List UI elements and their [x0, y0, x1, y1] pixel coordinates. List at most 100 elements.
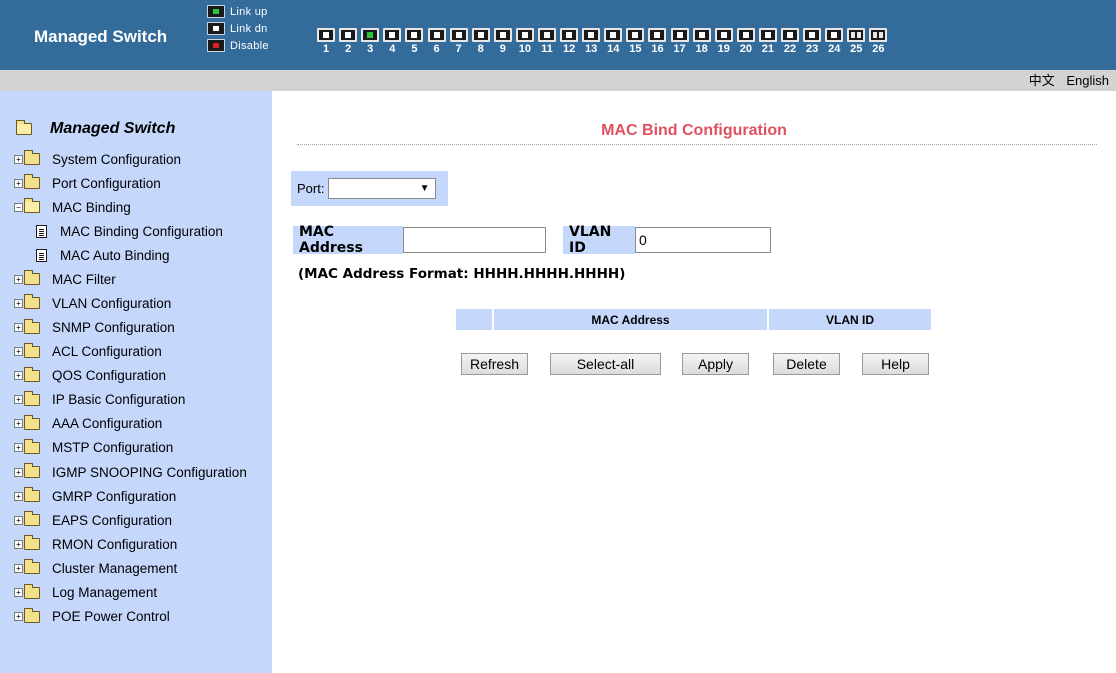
- mac-format-hint: (MAC Address Format: HHHH.HHHH.HHHH): [298, 266, 626, 282]
- sidebar-item-port-configuration[interactable]: + Port Configuration: [14, 171, 247, 195]
- expand-icon[interactable]: +: [14, 395, 23, 405]
- language-bar: 中文 English: [0, 70, 1116, 91]
- port-18[interactable]: 18: [691, 28, 713, 64]
- expand-icon[interactable]: +: [14, 563, 23, 573]
- port-4[interactable]: 4: [381, 28, 403, 64]
- port-17[interactable]: 17: [669, 28, 691, 64]
- port-9[interactable]: 9: [492, 28, 514, 64]
- sidebar-item-qos-configuration[interactable]: + QOS Configuration: [14, 364, 247, 388]
- vlan-id-label: VLAN ID: [563, 224, 635, 256]
- sidebar-subitem-mac-auto-binding[interactable]: MAC Auto Binding: [14, 243, 247, 267]
- title-divider: [297, 144, 1097, 145]
- sidebar-item-mstp-configuration[interactable]: + MSTP Configuration: [14, 436, 247, 460]
- page-title: MAC Bind Configuration: [601, 122, 787, 139]
- lang-chinese-link[interactable]: 中文: [1029, 73, 1055, 88]
- port-7[interactable]: 7: [448, 28, 470, 64]
- port-16[interactable]: 16: [646, 28, 668, 64]
- expand-icon[interactable]: +: [14, 154, 23, 164]
- port-number: 20: [739, 43, 752, 55]
- expand-icon[interactable]: +: [14, 347, 23, 357]
- sidebar-item-gmrp-configuration[interactable]: + GMRP Configuration: [14, 484, 247, 508]
- sidebar-item-ip-basic-configuration[interactable]: + IP Basic Configuration: [14, 388, 247, 412]
- folder-icon: [24, 294, 40, 310]
- port-select[interactable]: ▼: [328, 178, 437, 199]
- sidebar-item-label: MSTP Configuration: [52, 440, 174, 456]
- port-11[interactable]: 11: [536, 28, 558, 64]
- ethernet-port-icon: [626, 28, 645, 42]
- port-8[interactable]: 8: [470, 28, 492, 64]
- refresh-button[interactable]: Refresh: [461, 353, 528, 375]
- port-number: 9: [499, 43, 506, 55]
- sidebar-subitem-label: MAC Auto Binding: [60, 247, 170, 263]
- port-2[interactable]: 2: [337, 28, 359, 64]
- expand-icon[interactable]: +: [14, 491, 23, 501]
- sidebar-subitem-mac-binding-configuration[interactable]: MAC Binding Configuration: [14, 219, 247, 243]
- vlan-id-input[interactable]: 0: [635, 227, 771, 253]
- sidebar-item-cluster-management[interactable]: + Cluster Management: [14, 556, 247, 580]
- tree-root-label: Managed Switch: [50, 120, 176, 137]
- port-22[interactable]: 22: [779, 28, 801, 64]
- ethernet-port-icon: [670, 28, 689, 42]
- port-3[interactable]: 3: [359, 28, 381, 64]
- expand-icon[interactable]: +: [14, 419, 23, 429]
- expand-icon[interactable]: +: [14, 298, 23, 308]
- sidebar-item-label: AAA Configuration: [52, 416, 163, 432]
- folder-icon: [24, 366, 40, 382]
- sidebar-item-mac-filter[interactable]: + MAC Filter: [14, 267, 247, 291]
- expand-icon[interactable]: +: [14, 443, 23, 453]
- mac-address-input[interactable]: [403, 227, 546, 253]
- sidebar-item-poe-power-control[interactable]: + POE Power Control: [14, 605, 247, 629]
- sidebar-item-igmp-snooping-configuration[interactable]: + IGMP SNOOPING Configuration: [14, 460, 247, 484]
- port-14[interactable]: 14: [602, 28, 624, 64]
- select-all-button[interactable]: Select-all: [550, 353, 661, 375]
- expand-icon[interactable]: +: [14, 539, 23, 549]
- sidebar-item-aaa-configuration[interactable]: + AAA Configuration: [14, 412, 247, 436]
- sidebar-item-acl-configuration[interactable]: + ACL Configuration: [14, 340, 247, 364]
- help-button[interactable]: Help: [862, 353, 929, 375]
- legend-label: Disable: [230, 39, 269, 52]
- folder-icon: [24, 342, 40, 358]
- sidebar-item-log-management[interactable]: + Log Management: [14, 581, 247, 605]
- sidebar-item-rmon-configuration[interactable]: + RMON Configuration: [14, 532, 247, 556]
- port-number: 17: [673, 43, 686, 55]
- expand-icon[interactable]: +: [14, 588, 23, 598]
- expand-icon[interactable]: +: [14, 612, 23, 622]
- expand-icon[interactable]: +: [14, 178, 23, 188]
- port-13[interactable]: 13: [580, 28, 602, 64]
- folder-icon: [24, 559, 40, 575]
- port-24[interactable]: 24: [823, 28, 845, 64]
- collapse-icon[interactable]: −: [14, 202, 23, 212]
- expand-icon[interactable]: +: [14, 371, 23, 381]
- apply-button[interactable]: Apply: [682, 353, 749, 375]
- mac-bind-table-header: MAC Address VLAN ID: [456, 309, 931, 330]
- port-10[interactable]: 10: [514, 28, 536, 64]
- port-6[interactable]: 6: [425, 28, 447, 64]
- port-1[interactable]: 1: [315, 28, 337, 64]
- port-21[interactable]: 21: [757, 28, 779, 64]
- folder-icon: [24, 463, 40, 479]
- ethernet-port-icon: [493, 28, 512, 42]
- port-26[interactable]: 26: [867, 28, 889, 64]
- port-23[interactable]: 23: [801, 28, 823, 64]
- tree-root[interactable]: Managed Switch: [16, 120, 175, 138]
- port-15[interactable]: 15: [624, 28, 646, 64]
- port-19[interactable]: 19: [713, 28, 735, 64]
- sidebar-item-vlan-configuration[interactable]: + VLAN Configuration: [14, 291, 247, 315]
- sidebar-item-mac-binding[interactable]: − MAC Binding: [14, 195, 247, 219]
- expand-icon[interactable]: +: [14, 274, 23, 284]
- sidebar-item-system-configuration[interactable]: + System Configuration: [14, 147, 247, 171]
- sidebar-item-snmp-configuration[interactable]: + SNMP Configuration: [14, 315, 247, 339]
- port-12[interactable]: 12: [558, 28, 580, 64]
- port-5[interactable]: 5: [403, 28, 425, 64]
- sidebar-item-eaps-configuration[interactable]: + EAPS Configuration: [14, 508, 247, 532]
- sidebar-item-label: SNMP Configuration: [52, 320, 175, 336]
- port-legend: Link up Link dn Disable: [207, 3, 269, 54]
- expand-icon[interactable]: +: [14, 467, 23, 477]
- expand-icon[interactable]: +: [14, 323, 23, 333]
- delete-button[interactable]: Delete: [773, 353, 840, 375]
- port-25[interactable]: 25: [845, 28, 867, 64]
- expand-icon[interactable]: +: [14, 515, 23, 525]
- port-20[interactable]: 20: [735, 28, 757, 64]
- port-number: 11: [541, 43, 553, 55]
- lang-english-link[interactable]: English: [1066, 73, 1109, 88]
